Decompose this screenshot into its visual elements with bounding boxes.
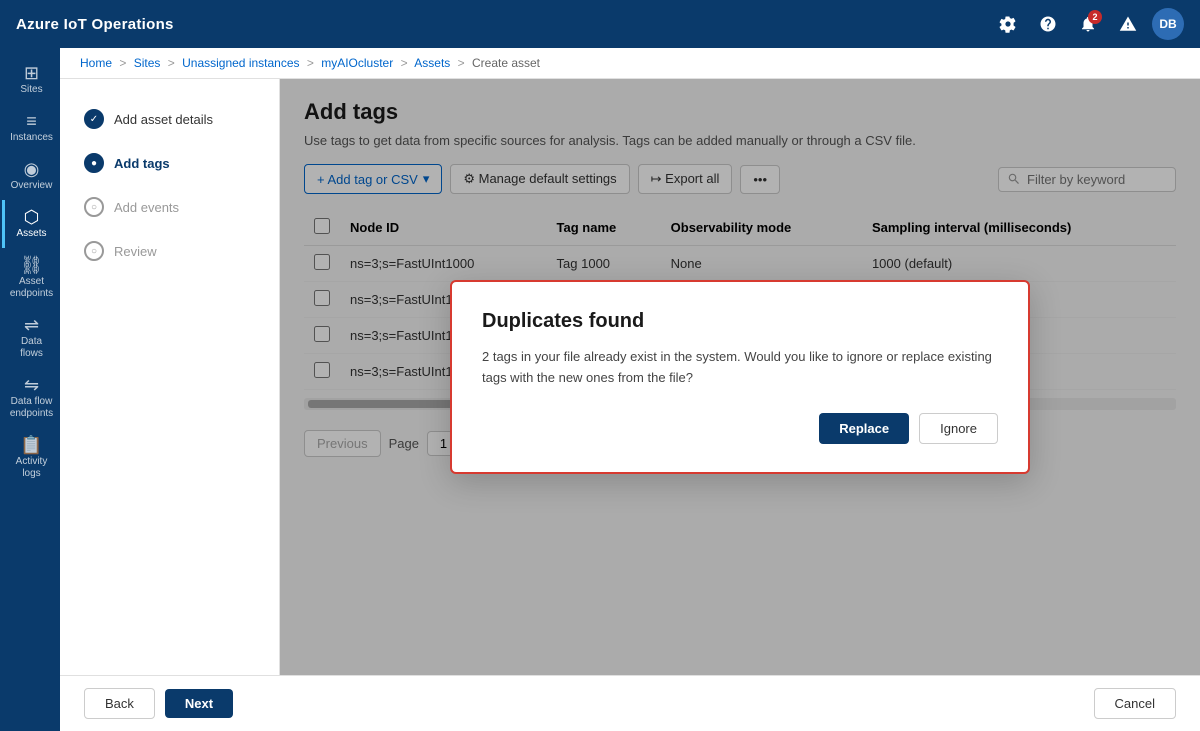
- gear-icon: [999, 15, 1017, 33]
- sidebar-label-instances: Instances: [10, 132, 53, 144]
- breadcrumb-cluster[interactable]: myAIOcluster: [321, 56, 393, 70]
- step-circle-add-events: ○: [84, 197, 104, 217]
- top-nav: Azure IoT Operations 2 DB: [0, 0, 1200, 48]
- dialog-body: 2 tags in your file already exist in the…: [482, 347, 998, 389]
- data-flow-endpoints-icon: ⇋: [24, 376, 39, 394]
- sidebar-item-overview[interactable]: ◉ Overview: [2, 152, 58, 200]
- dialog-actions: Replace Ignore: [482, 413, 998, 444]
- overview-icon: ◉: [24, 160, 40, 178]
- sidebar-item-asset-endpoints[interactable]: ⛓ Asset endpoints: [2, 248, 58, 308]
- ignore-button[interactable]: Ignore: [919, 413, 998, 444]
- alert-icon: [1119, 15, 1137, 33]
- form-area: Add tags Use tags to get data from speci…: [280, 79, 1200, 675]
- sidebar-label-data-flows: Data flows: [9, 336, 54, 360]
- step-label-add-asset-details: Add asset details: [114, 112, 213, 127]
- sidebar-label-asset-endpoints: Asset endpoints: [9, 276, 54, 300]
- step-add-asset-details[interactable]: ✓ Add asset details: [76, 99, 263, 139]
- app-title: Azure IoT Operations: [16, 16, 174, 33]
- nav-icons: 2 DB: [992, 8, 1184, 40]
- content-area: Home > Sites > Unassigned instances > my…: [60, 48, 1200, 731]
- next-button-bottom[interactable]: Next: [165, 689, 233, 718]
- instances-icon: ≡: [26, 112, 37, 130]
- data-flows-icon: ⇌: [24, 316, 39, 334]
- alert-icon-btn[interactable]: [1112, 8, 1144, 40]
- assets-icon: ⬡: [24, 208, 40, 226]
- breadcrumb-sites[interactable]: Sites: [134, 56, 161, 70]
- breadcrumb-assets[interactable]: Assets: [414, 56, 450, 70]
- dialog-title: Duplicates found: [482, 310, 998, 333]
- dialog-box: Duplicates found 2 tags in your file alr…: [450, 280, 1030, 474]
- sidebar-label-data-flow-endpoints: Data flow endpoints: [9, 396, 54, 420]
- sidebar-item-assets[interactable]: ⬡ Assets: [2, 200, 58, 248]
- inner-layout: ✓ Add asset details ● Add tags ○ Add eve…: [60, 79, 1200, 675]
- sidebar-item-instances[interactable]: ≡ Instances: [2, 104, 58, 152]
- back-button[interactable]: Back: [84, 688, 155, 719]
- sidebar-item-data-flows[interactable]: ⇌ Data flows: [2, 308, 58, 368]
- step-label-add-events: Add events: [114, 200, 179, 215]
- step-review[interactable]: ○ Review: [76, 231, 263, 271]
- step-add-events[interactable]: ○ Add events: [76, 187, 263, 227]
- sites-icon: ⊞: [24, 64, 39, 82]
- notification-badge: 2: [1088, 10, 1102, 24]
- cancel-button[interactable]: Cancel: [1094, 688, 1176, 719]
- step-label-review: Review: [114, 244, 157, 259]
- notification-icon-btn[interactable]: 2: [1072, 8, 1104, 40]
- step-label-add-tags: Add tags: [114, 156, 170, 171]
- sidebar-item-data-flow-endpoints[interactable]: ⇋ Data flow endpoints: [2, 368, 58, 428]
- step-circle-add-asset-details: ✓: [84, 109, 104, 129]
- steps-panel: ✓ Add asset details ● Add tags ○ Add eve…: [60, 79, 280, 675]
- settings-icon-btn[interactable]: [992, 8, 1024, 40]
- dialog-overlay: Duplicates found 2 tags in your file alr…: [280, 79, 1200, 675]
- sidebar-label-sites: Sites: [20, 84, 42, 96]
- breadcrumb-home[interactable]: Home: [80, 56, 112, 70]
- sidebar: ⊞ Sites ≡ Instances ◉ Overview ⬡ Assets …: [0, 48, 60, 731]
- question-icon: [1039, 15, 1057, 33]
- step-add-tags[interactable]: ● Add tags: [76, 143, 263, 183]
- activity-logs-icon: 📋: [20, 436, 42, 454]
- main-layout: ⊞ Sites ≡ Instances ◉ Overview ⬡ Assets …: [0, 48, 1200, 731]
- replace-button[interactable]: Replace: [819, 413, 909, 444]
- breadcrumb-unassigned-instances[interactable]: Unassigned instances: [182, 56, 299, 70]
- sidebar-item-sites[interactable]: ⊞ Sites: [2, 56, 58, 104]
- breadcrumb: Home > Sites > Unassigned instances > my…: [60, 48, 1200, 79]
- asset-endpoints-icon: ⛓: [20, 256, 43, 274]
- help-icon-btn[interactable]: [1032, 8, 1064, 40]
- sidebar-label-overview: Overview: [11, 180, 53, 192]
- user-avatar[interactable]: DB: [1152, 8, 1184, 40]
- bottom-actions: Back Next Cancel: [60, 675, 1200, 731]
- sidebar-label-activity-logs: Activity logs: [9, 456, 54, 480]
- sidebar-item-activity-logs[interactable]: 📋 Activity logs: [2, 428, 58, 488]
- sidebar-label-assets: Assets: [16, 228, 46, 240]
- breadcrumb-current: Create asset: [472, 56, 540, 70]
- step-circle-review: ○: [84, 241, 104, 261]
- step-circle-add-tags: ●: [84, 153, 104, 173]
